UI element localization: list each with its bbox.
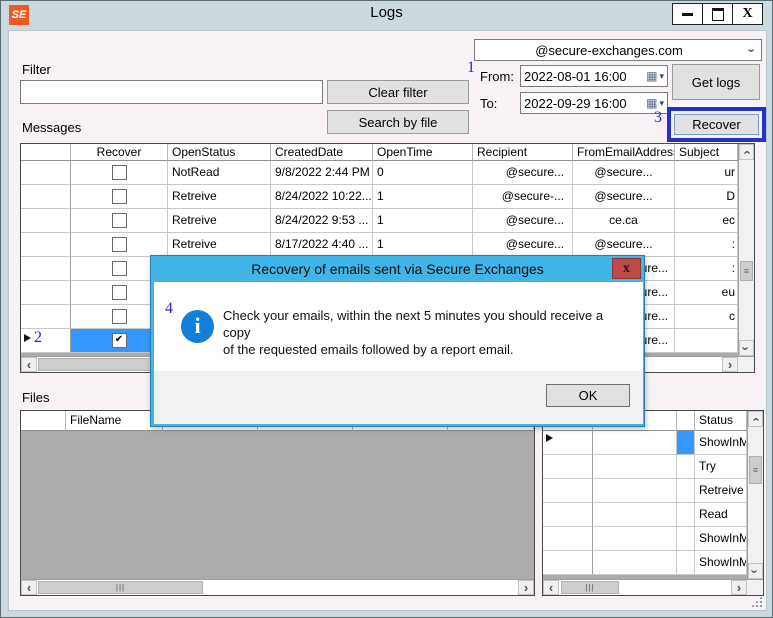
scroll-up-button[interactable]: › xyxy=(739,144,754,160)
recover-checkbox[interactable] xyxy=(111,285,127,301)
recover-checkbox[interactable] xyxy=(111,237,127,253)
scroll-right-button[interactable]: › xyxy=(518,580,534,595)
resize-grip-icon[interactable] xyxy=(751,596,762,607)
window-controls: X xyxy=(672,3,763,25)
status-row[interactable]: ShowInM xyxy=(543,551,763,575)
column-header-empty xyxy=(677,411,695,431)
clear-filter-button[interactable]: Clear filter xyxy=(327,80,469,104)
messages-section-label: Messages xyxy=(22,120,82,135)
corner-header-cell xyxy=(21,411,66,431)
scroll-left-button[interactable]: ‹ xyxy=(21,357,37,372)
current-row-indicator xyxy=(24,334,31,342)
recover-checkbox-checked[interactable]: ✔ xyxy=(111,333,127,349)
scroll-left-button[interactable]: ‹ xyxy=(543,580,559,595)
files-horizontal-scrollbar[interactable]: ‹ ||| › xyxy=(21,579,534,595)
column-header-status[interactable]: Status xyxy=(695,411,747,431)
calendar-icon[interactable]: ▦ xyxy=(646,96,657,110)
files-section-label: Files xyxy=(22,390,50,405)
corner-header-cell xyxy=(21,144,71,161)
annotation-step-2: 2 xyxy=(34,329,42,346)
scrollbar-thumb[interactable]: ≡ xyxy=(749,456,762,484)
recover-checkbox[interactable] xyxy=(111,165,127,181)
scroll-right-button[interactable]: › xyxy=(731,580,747,595)
scrollbar-thumb[interactable]: ||| xyxy=(38,581,203,594)
filter-label: Filter xyxy=(22,62,51,77)
recover-checkbox[interactable] xyxy=(111,213,127,229)
ok-button[interactable]: OK xyxy=(546,384,630,407)
status-vertical-scrollbar[interactable]: › ≡ › xyxy=(747,411,763,579)
calendar-icon[interactable]: ▦ xyxy=(646,69,657,83)
scroll-right-button[interactable]: › xyxy=(722,357,738,372)
client-area: @secure-exchanges.com › Filter Clear fil… xyxy=(8,30,767,611)
dialog-title: Recovery of emails sent via Secure Excha… xyxy=(251,261,544,277)
chevron-down-icon[interactable]: › xyxy=(743,43,761,58)
column-header-subject[interactable]: Subject xyxy=(675,144,738,161)
column-header-filename[interactable]: FileName xyxy=(66,411,163,431)
dialog-body: 4 i Check your emails, within the next 5… xyxy=(154,282,643,371)
scrollbar-corner xyxy=(747,579,763,595)
maximize-icon xyxy=(711,7,724,21)
messages-vertical-scrollbar[interactable]: › ≡ › xyxy=(738,144,754,356)
scroll-down-button[interactable]: › xyxy=(739,340,754,356)
status-row[interactable]: Read xyxy=(543,503,763,527)
from-date-picker[interactable]: 2022-08-01 16:00 ▦ ▾ xyxy=(520,65,668,87)
close-icon: X xyxy=(742,6,753,21)
message-row[interactable]: Retreive 8/24/2022 9:53 ... 1 @secure...… xyxy=(21,209,754,233)
scroll-up-button[interactable]: › xyxy=(748,411,763,427)
column-header-recipient[interactable]: Recipient xyxy=(473,144,573,161)
window-titlebar: SE Logs X xyxy=(1,1,772,29)
recover-button[interactable]: Recover xyxy=(674,114,759,135)
scroll-down-button[interactable]: › xyxy=(748,563,763,579)
status-row-selected[interactable]: ShowInM xyxy=(543,431,763,455)
messages-grid-header: Recover OpenStatus CreatedDate OpenTime … xyxy=(21,144,754,161)
domain-combobox-value: @secure-exchanges.com xyxy=(535,42,683,58)
dialog-footer: OK xyxy=(154,371,643,424)
annotation-step-4: 4 xyxy=(165,300,173,317)
recovery-dialog: Recovery of emails sent via Secure Excha… xyxy=(150,255,645,427)
message-row[interactable]: Retreive 8/24/2022 10:22... 1 @secure-..… xyxy=(21,185,754,209)
current-row-indicator xyxy=(546,434,553,442)
scrollbar-thumb[interactable]: ≡ xyxy=(740,261,753,281)
search-by-file-button[interactable]: Search by file xyxy=(327,110,469,134)
get-logs-button[interactable]: Get logs xyxy=(672,64,760,100)
recover-annotation-outline: Recover xyxy=(667,107,766,142)
recover-checkbox[interactable] xyxy=(111,309,127,325)
from-label: From: xyxy=(480,69,514,84)
annotation-step-3: 3 xyxy=(654,109,662,126)
status-row[interactable]: Try xyxy=(543,455,763,479)
scrollbar-thumb[interactable]: ||| xyxy=(561,581,619,594)
status-horizontal-scrollbar[interactable]: ‹ ||| › xyxy=(543,579,747,595)
recover-checkbox[interactable] xyxy=(111,189,127,205)
caret-down-icon[interactable]: ▾ xyxy=(659,98,664,109)
recover-checkbox[interactable] xyxy=(111,261,127,277)
status-row[interactable]: ShowInM xyxy=(543,527,763,551)
domain-combobox[interactable]: @secure-exchanges.com › xyxy=(474,39,762,61)
close-button[interactable]: X xyxy=(732,4,762,24)
minimize-button[interactable] xyxy=(673,4,702,24)
to-date-picker[interactable]: 2022-09-29 16:00 ▦ ▾ xyxy=(520,92,668,114)
dialog-message: Check your emails, within the next 5 min… xyxy=(223,308,604,357)
filter-input[interactable] xyxy=(20,80,323,104)
column-header-recover[interactable]: Recover xyxy=(71,144,168,161)
scroll-left-button[interactable]: ‹ xyxy=(21,580,37,595)
window-title: Logs xyxy=(370,4,403,21)
status-row[interactable]: Retreive xyxy=(543,479,763,503)
column-header-openstatus[interactable]: OpenStatus xyxy=(168,144,271,161)
dialog-close-button[interactable]: x xyxy=(612,258,641,279)
column-header-createddate[interactable]: CreatedDate xyxy=(271,144,373,161)
status-grid: Status ShowInM Try Retreive Read ShowInM… xyxy=(542,410,764,596)
files-grid: FileName ‹ ||| › xyxy=(20,410,535,596)
scrollbar-corner xyxy=(738,356,754,372)
message-row[interactable]: Retreive 8/17/2022 4:40 ... 1 @secure...… xyxy=(21,233,754,257)
maximize-button[interactable] xyxy=(702,4,732,24)
to-label: To: xyxy=(480,96,498,111)
info-icon: i xyxy=(181,310,214,343)
minimize-icon xyxy=(682,12,693,16)
message-row[interactable]: NotRead 9/8/2022 2:44 PM 0 @secure... @s… xyxy=(21,161,754,185)
caret-down-icon[interactable]: ▾ xyxy=(659,71,664,82)
column-header-fromemailaddress[interactable]: FromEmailAddress xyxy=(573,144,675,161)
annotation-step-1: 1 xyxy=(467,59,475,76)
application-window: SE Logs X @secure-exchanges.com › Filter… xyxy=(0,0,773,618)
column-header-opentime[interactable]: OpenTime xyxy=(373,144,473,161)
